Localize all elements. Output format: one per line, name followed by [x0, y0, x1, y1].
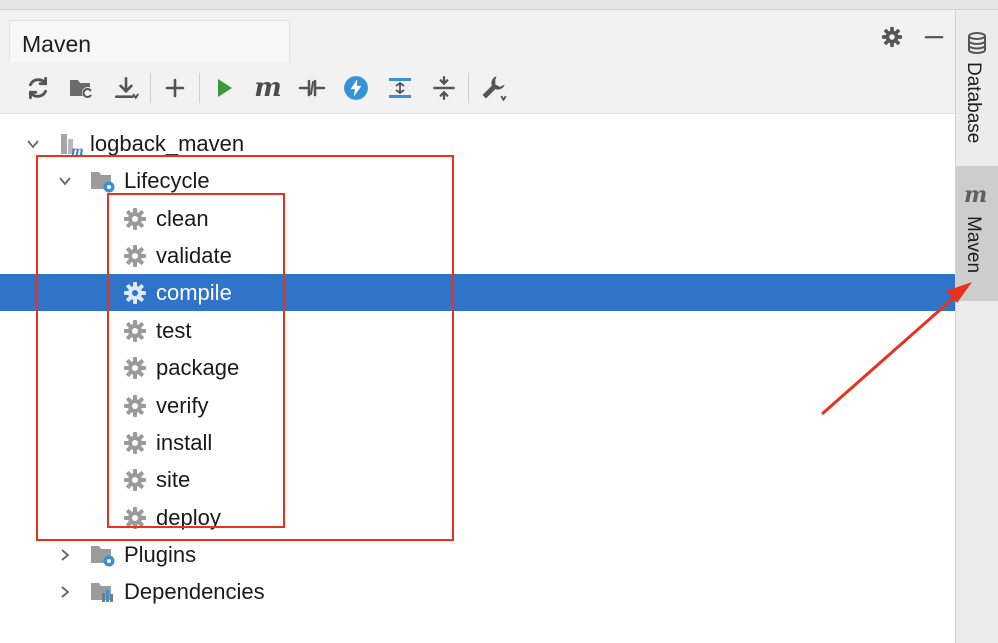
goal-label: deploy	[156, 504, 221, 530]
tool-window-header: Maven	[0, 10, 955, 62]
generate-sources-button[interactable]	[60, 68, 104, 108]
download-sources-button[interactable]	[104, 68, 148, 108]
goal-gear-icon	[121, 429, 149, 457]
tree-node-lifecycle[interactable]: Lifecycle	[0, 162, 955, 199]
plugins-label: Plugins	[124, 541, 197, 567]
dependency-diagram-icon	[389, 77, 411, 98]
tree-node-goal-site[interactable]: site	[0, 461, 955, 498]
tree-node-goal-install[interactable]: install	[0, 424, 955, 461]
lightning-icon	[344, 75, 368, 100]
options-button[interactable]	[871, 22, 913, 52]
maven-settings-button[interactable]	[471, 68, 515, 108]
lifecycle-folder-icon	[89, 167, 117, 195]
plugins-folder-icon	[89, 541, 117, 569]
refresh-icon	[29, 76, 47, 99]
goal-gear-icon	[121, 392, 149, 420]
goal-gear-icon	[121, 504, 149, 532]
tool-window-title: Maven	[22, 31, 92, 57]
database-icon	[968, 32, 986, 54]
offline-icon	[298, 79, 326, 96]
reload-all-projects-button[interactable]	[16, 68, 60, 108]
tree-node-dependencies[interactable]: Dependencies	[0, 573, 955, 610]
folder-refresh-icon	[70, 79, 94, 99]
goal-gear-icon	[121, 205, 149, 233]
maven-toolbar: m	[0, 62, 955, 114]
run-maven-build-button[interactable]	[202, 68, 246, 108]
maven-m-icon: m	[964, 182, 988, 208]
tree-node-goal-validate[interactable]: validate	[0, 237, 955, 274]
toolbar-separator	[468, 72, 469, 103]
goal-label: validate	[156, 242, 232, 268]
window-top-strip	[0, 0, 998, 10]
chevron-right-icon[interactable]	[55, 545, 75, 565]
add-maven-project-button[interactable]	[153, 68, 197, 108]
execute-maven-goal-button[interactable]: m	[246, 68, 290, 108]
tree-node-goal-compile[interactable]: compile	[0, 274, 955, 311]
goal-gear-icon	[121, 242, 149, 270]
collapse-icon	[433, 75, 455, 100]
collapse-all-button[interactable]	[422, 68, 466, 108]
chevron-down-icon[interactable]	[23, 134, 43, 154]
play-icon	[218, 78, 232, 97]
maven-project-icon: m	[57, 130, 85, 158]
plus-icon	[165, 78, 185, 97]
tool-window-tab[interactable]: Maven	[9, 20, 290, 62]
tree-node-goal-clean[interactable]: clean	[0, 200, 955, 237]
database-tab-label: Database	[963, 62, 984, 144]
wrench-icon	[482, 75, 507, 101]
maven-project-tree: m logback_maven Lifecycle clean validate…	[0, 114, 955, 643]
toolbar-separator	[199, 72, 200, 103]
dependencies-label: Dependencies	[124, 578, 265, 604]
tree-node-plugins[interactable]: Plugins	[0, 536, 955, 573]
skip-tests-button[interactable]	[334, 68, 378, 108]
goal-label: install	[156, 429, 213, 455]
goal-label: compile	[156, 279, 232, 305]
chevron-right-icon[interactable]	[55, 582, 75, 602]
goal-label: clean	[156, 205, 209, 231]
goal-gear-icon	[121, 317, 149, 345]
chevron-down-icon[interactable]	[55, 171, 75, 191]
maven-m-icon: m	[254, 72, 282, 103]
goal-gear-icon	[121, 466, 149, 494]
tree-node-goal-verify[interactable]: verify	[0, 387, 955, 424]
minimize-icon	[924, 36, 944, 39]
dependencies-folder-icon	[89, 578, 117, 606]
goal-gear-icon	[121, 279, 149, 307]
hide-button[interactable]	[913, 22, 955, 52]
goal-label: test	[156, 317, 192, 343]
tree-node-goal-test[interactable]: test	[0, 312, 955, 349]
tree-node-goal-deploy[interactable]: deploy	[0, 499, 955, 536]
goal-label: verify	[156, 392, 209, 418]
tree-node-project[interactable]: m logback_maven	[0, 125, 955, 162]
maven-tool-window: Maven m m logback_maven Lifecycle clean …	[0, 10, 955, 643]
tree-node-goal-package[interactable]: package	[0, 349, 955, 386]
gear-icon	[881, 26, 903, 48]
project-name: logback_maven	[90, 130, 245, 156]
goal-label: site	[156, 466, 191, 492]
show-dependencies-button[interactable]	[378, 68, 422, 108]
side-tab-maven[interactable]: m Maven	[956, 166, 998, 301]
toggle-offline-mode-button[interactable]	[290, 68, 334, 108]
toolbar-separator	[150, 72, 151, 103]
goal-label: package	[156, 354, 240, 380]
download-icon	[114, 76, 139, 100]
side-tab-database[interactable]: Database	[956, 24, 998, 174]
right-tool-strip: Database m Maven	[955, 10, 998, 643]
svg-text:m: m	[71, 144, 84, 157]
header-actions	[871, 22, 955, 52]
lifecycle-label: Lifecycle	[124, 167, 210, 193]
maven-tab-label: Maven	[963, 216, 984, 274]
goal-gear-icon	[121, 354, 149, 382]
